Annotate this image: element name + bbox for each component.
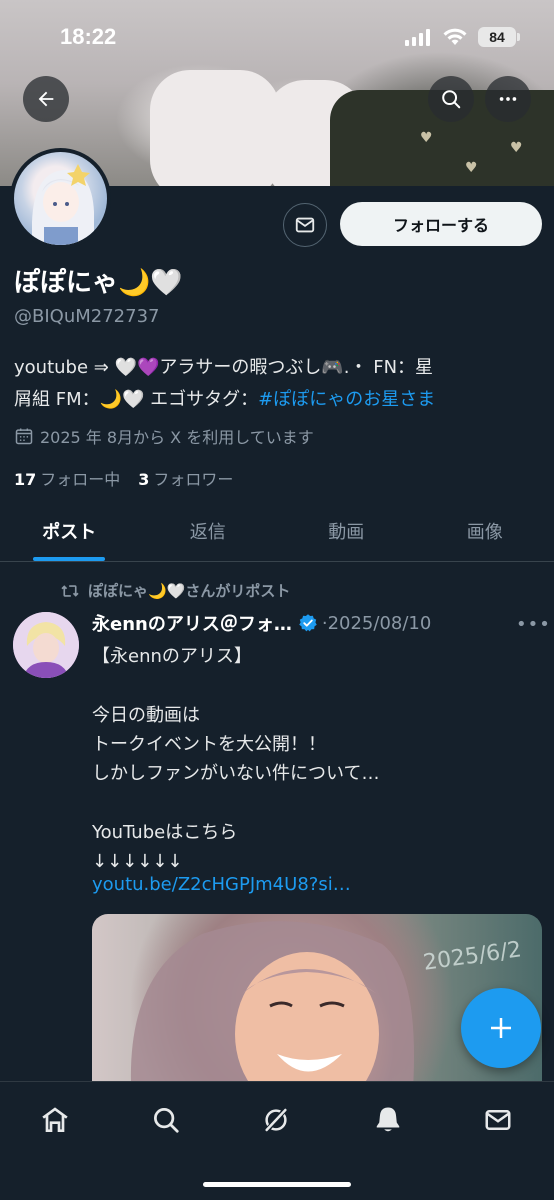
bio-hashtag-link[interactable]: #ぽぽにゃのお星さま — [258, 389, 435, 410]
arrow-left-icon — [38, 91, 54, 107]
followers-link[interactable]: 3 フォロワー — [138, 466, 233, 490]
profile-bio: youtube ⇒ 🤍💜アラサーの暇つぶし🎮.・ FN：星 屑組 FM：🌙🤍 エ… — [14, 352, 544, 416]
joined-date: 2025 年 8月から X を利用しています — [14, 424, 314, 448]
plus-icon — [491, 1018, 511, 1038]
profile-handle: @BIQuM272737 — [14, 306, 160, 327]
tab-replies[interactable]: 返信 — [139, 500, 278, 561]
profile-name: ぽぽにゃ🌙🤍 — [14, 268, 183, 298]
nav-home[interactable] — [35, 1100, 75, 1140]
joined-text: 2025 年 8月から X を利用しています — [40, 428, 314, 447]
nav-search[interactable] — [146, 1100, 186, 1140]
verified-badge-icon — [299, 614, 317, 632]
post-header: 永ennのアリス＠フォ… ·2025/08/10 — [92, 610, 532, 636]
banner-decoration: ♥ — [510, 140, 523, 156]
search-icon — [154, 1108, 179, 1133]
bio-text: 屑組 FM：🌙🤍 エゴサタグ： — [14, 389, 259, 410]
home-icon — [42, 1107, 68, 1132]
nav-messages[interactable] — [478, 1100, 518, 1140]
follow-button[interactable]: フォローする — [340, 202, 542, 246]
battery-indicator: 84 — [478, 27, 520, 47]
home-indicator — [203, 1182, 351, 1187]
post-date: ·2025/08/10 — [321, 612, 432, 634]
back-button[interactable] — [23, 76, 69, 122]
bio-line: 屑組 FM：🌙🤍 エゴサタグ：#ぽぽにゃのお星さま — [14, 384, 544, 416]
status-time: 18:22 — [60, 24, 117, 49]
messages-mail-icon — [485, 1110, 511, 1130]
nav-grok[interactable] — [256, 1100, 296, 1140]
search-icon — [442, 90, 461, 109]
search-button[interactable] — [428, 76, 474, 122]
calendar-icon — [15, 428, 33, 445]
followers-label: フォロワー — [153, 470, 234, 489]
notifications-bell-icon — [376, 1107, 400, 1132]
envelope-icon — [295, 217, 315, 233]
compose-post-button[interactable] — [461, 988, 541, 1068]
nav-notifications[interactable] — [368, 1100, 408, 1140]
post-link[interactable]: youtu.be/Z2cHGPJm4U8?si… — [92, 874, 351, 895]
post-text: 【永ennのアリス】 今日の動画は トークイベントを大公開！！ しかしファンがい… — [92, 646, 380, 873]
grok-icon — [264, 1107, 288, 1133]
tab-videos[interactable]: 動画 — [277, 500, 416, 561]
banner-decoration — [150, 70, 280, 186]
post-more-icon[interactable]: ••• — [516, 614, 551, 635]
tab-posts[interactable]: ポスト — [0, 500, 139, 561]
follow-counts: 17 フォロー中 3 フォロワー — [14, 466, 233, 490]
bio-line: youtube ⇒ 🤍💜アラサーの暇つぶし🎮.・ FN：星 — [14, 357, 434, 378]
followers-count: 3 — [138, 470, 150, 489]
following-link[interactable]: 17 フォロー中 — [14, 466, 120, 490]
cellular-signal-icon — [405, 28, 430, 46]
profile-avatar[interactable] — [10, 148, 111, 249]
banner-decoration: ♥ — [420, 130, 433, 146]
repost-icon — [61, 584, 79, 597]
post-author-name[interactable]: 永ennのアリス＠フォ… — [92, 610, 292, 636]
tab-images[interactable]: 画像 — [416, 500, 554, 561]
banner-decoration: ♥ — [465, 160, 478, 176]
post-author-avatar[interactable] — [13, 612, 79, 678]
following-label: フォロー中 — [40, 470, 121, 489]
following-count: 17 — [14, 470, 37, 489]
wifi-icon — [443, 28, 467, 45]
repost-indicator: ぽぽにゃ🌙🤍さんがリポスト — [60, 580, 290, 601]
more-horizontal-icon — [499, 97, 517, 101]
message-button[interactable] — [283, 203, 327, 247]
more-options-button[interactable] — [485, 76, 531, 122]
profile-tabs: ポスト 返信 動画 画像 — [0, 500, 554, 562]
avatar-illustration — [13, 612, 79, 678]
avatar-illustration — [32, 164, 94, 245]
status-bar: 18:22 84 — [0, 20, 554, 54]
repost-label: ぽぽにゃ🌙🤍さんがリポスト — [88, 582, 291, 600]
